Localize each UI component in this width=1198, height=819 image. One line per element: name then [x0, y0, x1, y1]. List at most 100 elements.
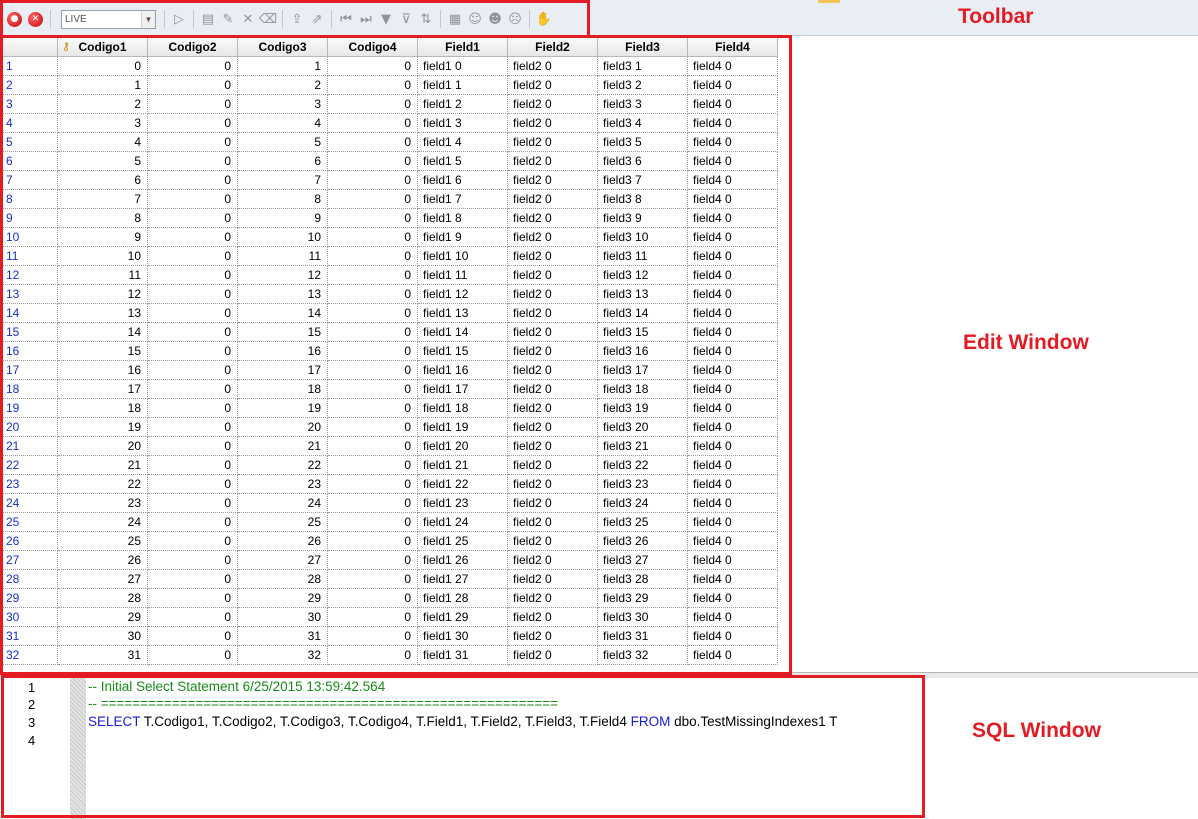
- row-indicator[interactable]: 5: [3, 133, 58, 152]
- table-cell[interactable]: 0: [328, 57, 418, 76]
- table-row[interactable]: 4 3 0 4 0 field1 3 field2 0 field3 4 field4 0: [3, 114, 778, 133]
- table-cell[interactable]: 27: [58, 570, 148, 589]
- table-cell[interactable]: field2 0: [508, 551, 598, 570]
- table-cell[interactable]: field3 14: [598, 304, 688, 323]
- table-cell[interactable]: 0: [148, 133, 238, 152]
- table-cell[interactable]: field3 18: [598, 380, 688, 399]
- table-cell[interactable]: 0: [148, 323, 238, 342]
- table-cell[interactable]: 0: [328, 266, 418, 285]
- table-cell[interactable]: 22: [58, 475, 148, 494]
- table-row[interactable]: 2 1 0 2 0 field1 1 field2 0 field3 2 field4 0: [3, 76, 778, 95]
- table-row[interactable]: 11 10 0 11 0 field1 10 field2 0 field3 11 field4…: [3, 247, 778, 266]
- row-indicator[interactable]: 3: [3, 95, 58, 114]
- table-cell[interactable]: 14: [238, 304, 328, 323]
- table-cell[interactable]: field4 0: [688, 494, 778, 513]
- table-cell[interactable]: field1 20: [418, 437, 508, 456]
- row-indicator[interactable]: 17: [3, 361, 58, 380]
- table-cell[interactable]: field1 5: [418, 152, 508, 171]
- table-cell[interactable]: field2 0: [508, 133, 598, 152]
- table-cell[interactable]: field4 0: [688, 171, 778, 190]
- table-cell[interactable]: 20: [58, 437, 148, 456]
- table-cell[interactable]: field2 0: [508, 589, 598, 608]
- table-cell[interactable]: 1: [238, 57, 328, 76]
- run-icon[interactable]: ▷: [169, 9, 189, 29]
- table-cell[interactable]: field3 7: [598, 171, 688, 190]
- table-cell[interactable]: field3 24: [598, 494, 688, 513]
- table-cell[interactable]: field3 28: [598, 570, 688, 589]
- table-cell[interactable]: field2 0: [508, 513, 598, 532]
- table-row[interactable]: 32 31 0 32 0 field1 31 field2 0 field3 32 field4…: [3, 646, 778, 665]
- table-cell[interactable]: 13: [58, 304, 148, 323]
- filter-clear-icon[interactable]: ⊽: [396, 9, 416, 29]
- table-cell[interactable]: 0: [148, 532, 238, 551]
- table-cell[interactable]: 3: [58, 114, 148, 133]
- table-row[interactable]: 15 14 0 15 0 field1 14 field2 0 field3 15 field4…: [3, 323, 778, 342]
- table-cell[interactable]: field2 0: [508, 475, 598, 494]
- table-row[interactable]: 16 15 0 16 0 field1 15 field2 0 field3 16 field4…: [3, 342, 778, 361]
- table-cell[interactable]: field2 0: [508, 209, 598, 228]
- table-cell[interactable]: field2 0: [508, 228, 598, 247]
- table-cell[interactable]: 23: [238, 475, 328, 494]
- table-cell[interactable]: 16: [58, 361, 148, 380]
- table-cell[interactable]: field2 0: [508, 646, 598, 665]
- row-indicator[interactable]: 29: [3, 589, 58, 608]
- table-cell[interactable]: 7: [58, 190, 148, 209]
- table-cell[interactable]: 17: [238, 361, 328, 380]
- table-cell[interactable]: field3 19: [598, 399, 688, 418]
- row-indicator[interactable]: 11: [3, 247, 58, 266]
- table-cell[interactable]: 0: [328, 209, 418, 228]
- last-record-icon[interactable]: ⏭: [356, 9, 376, 29]
- table-cell[interactable]: field3 11: [598, 247, 688, 266]
- row-indicator[interactable]: 14: [3, 304, 58, 323]
- row-indicator[interactable]: 28: [3, 570, 58, 589]
- table-cell[interactable]: 0: [328, 152, 418, 171]
- table-cell[interactable]: field3 17: [598, 361, 688, 380]
- commit-icon[interactable]: ●: [7, 11, 22, 27]
- table-cell[interactable]: field3 12: [598, 266, 688, 285]
- column-header[interactable]: Field1: [418, 38, 508, 57]
- table-cell[interactable]: 0: [58, 57, 148, 76]
- table-row[interactable]: 18 17 0 18 0 field1 17 field2 0 field3 18 field4…: [3, 380, 778, 399]
- column-header[interactable]: Codigo3: [238, 38, 328, 57]
- column-header[interactable]: Field4: [688, 38, 778, 57]
- table-cell[interactable]: field3 9: [598, 209, 688, 228]
- table-cell[interactable]: 0: [328, 114, 418, 133]
- table-cell[interactable]: field4 0: [688, 95, 778, 114]
- table-cell[interactable]: 0: [328, 304, 418, 323]
- table-cell[interactable]: field3 4: [598, 114, 688, 133]
- table-cell[interactable]: 0: [328, 456, 418, 475]
- table-cell[interactable]: 16: [238, 342, 328, 361]
- table-row[interactable]: 25 24 0 25 0 field1 24 field2 0 field3 25 field4…: [3, 513, 778, 532]
- table-cell[interactable]: field3 32: [598, 646, 688, 665]
- table-cell[interactable]: field4 0: [688, 228, 778, 247]
- table-cell[interactable]: field3 10: [598, 228, 688, 247]
- table-cell[interactable]: 19: [58, 418, 148, 437]
- table-cell[interactable]: field2 0: [508, 152, 598, 171]
- row-indicator[interactable]: 23: [3, 475, 58, 494]
- table-row[interactable]: 10 9 0 10 0 field1 9 field2 0 field3 10 field4 0: [3, 228, 778, 247]
- table-cell[interactable]: 22: [238, 456, 328, 475]
- table-cell[interactable]: 0: [328, 627, 418, 646]
- table-cell[interactable]: 32: [238, 646, 328, 665]
- table-cell[interactable]: 6: [238, 152, 328, 171]
- table-cell[interactable]: 0: [148, 95, 238, 114]
- table-row[interactable]: 30 29 0 30 0 field1 29 field2 0 field3 30 field4…: [3, 608, 778, 627]
- table-cell[interactable]: 24: [58, 513, 148, 532]
- column-header[interactable]: ⚷ Codigo1: [58, 38, 148, 57]
- table-cell[interactable]: field3 30: [598, 608, 688, 627]
- table-cell[interactable]: 2: [58, 95, 148, 114]
- table-cell[interactable]: 25: [238, 513, 328, 532]
- table-cell[interactable]: 0: [328, 437, 418, 456]
- table-cell[interactable]: 15: [238, 323, 328, 342]
- table-cell[interactable]: 29: [238, 589, 328, 608]
- table-cell[interactable]: 21: [238, 437, 328, 456]
- table-cell[interactable]: 7: [238, 171, 328, 190]
- table-cell[interactable]: 3: [238, 95, 328, 114]
- stop-icon[interactable]: ✋: [534, 9, 554, 29]
- table-cell[interactable]: field2 0: [508, 456, 598, 475]
- table-cell[interactable]: field1 18: [418, 399, 508, 418]
- post-icon[interactable]: ⇪: [287, 9, 307, 29]
- table-cell[interactable]: field1 19: [418, 418, 508, 437]
- table-cell[interactable]: 12: [238, 266, 328, 285]
- table-cell[interactable]: 0: [328, 646, 418, 665]
